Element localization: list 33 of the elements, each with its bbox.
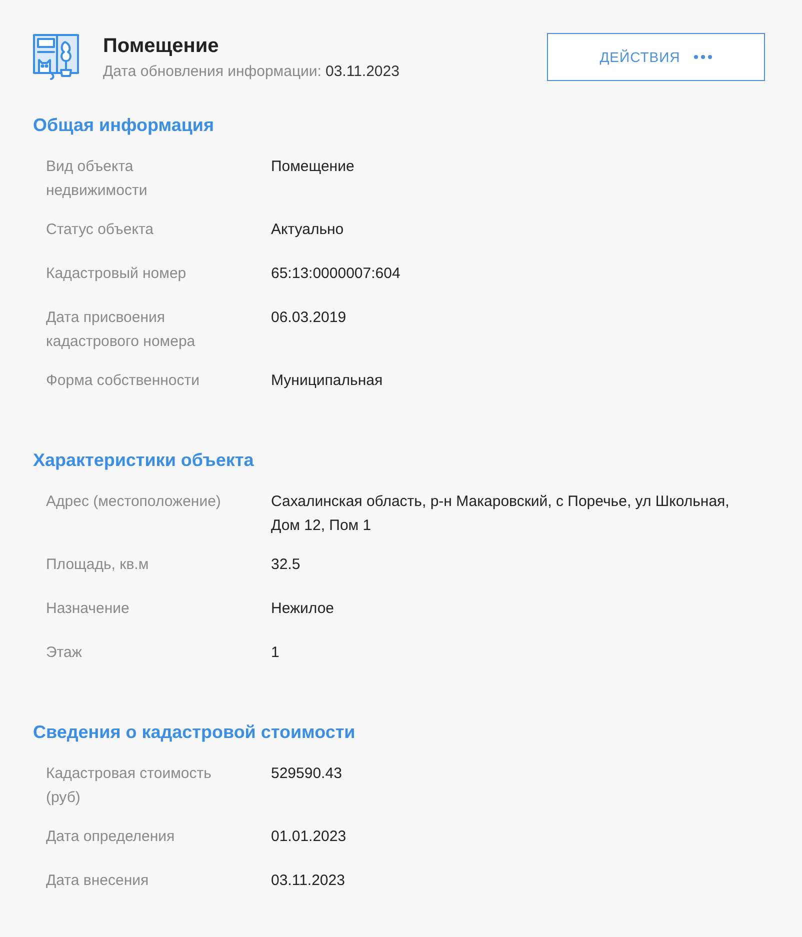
field-label: Кадастровый номер: [46, 264, 188, 284]
field-value: 06.03.2019: [271, 308, 348, 328]
field-label: Форма собственности: [46, 371, 201, 391]
field-label: Назначение: [46, 599, 130, 619]
more-icon: [694, 55, 712, 59]
field-label: Адрес (местоположение): [46, 492, 222, 512]
field-value: 1: [271, 643, 280, 663]
field-value: 32.5: [271, 555, 302, 575]
field-value: 03.11.2023: [271, 871, 346, 891]
actions-button[interactable]: ДЕЙСТВИЯ: [547, 33, 765, 81]
page-title: Помещение: [103, 34, 220, 59]
section-heading: Характеристики объекта: [33, 449, 255, 472]
section-heading: Общая информация: [33, 114, 215, 137]
field-label: Кадастровая стоимость (руб): [46, 764, 212, 808]
field-label: Площадь, кв.м: [46, 555, 150, 575]
update-date-label: Дата обновления информации:: [103, 62, 322, 82]
field-label: Дата внесения: [46, 871, 150, 891]
field-label: Вид объекта недвижимости: [46, 157, 148, 201]
room-icon: [33, 34, 79, 80]
field-value: 65:13:0000007:604: [271, 264, 402, 284]
field-value: Актуально: [271, 220, 345, 240]
field-label: Статус объекта: [46, 220, 155, 240]
field-value: Сахалинская область, р-н Макаровский, с Поречье, ул Школьная, Дом 12, Пом 1: [271, 492, 730, 536]
field-value: 529590.43: [271, 764, 343, 784]
field-label: Дата присвоения кадастрового номера: [46, 308, 196, 352]
section-heading: Сведения о кадастровой стоимости: [33, 721, 356, 744]
field-value: 01.01.2023: [271, 827, 348, 847]
field-value: Муниципальная: [271, 371, 384, 391]
field-label: Этаж: [46, 643, 83, 663]
field-label: Дата определения: [46, 827, 176, 847]
field-value: Помещение: [271, 157, 356, 177]
update-date-value: 03.11.2023: [325, 62, 400, 82]
field-value: Нежилое: [271, 599, 336, 619]
